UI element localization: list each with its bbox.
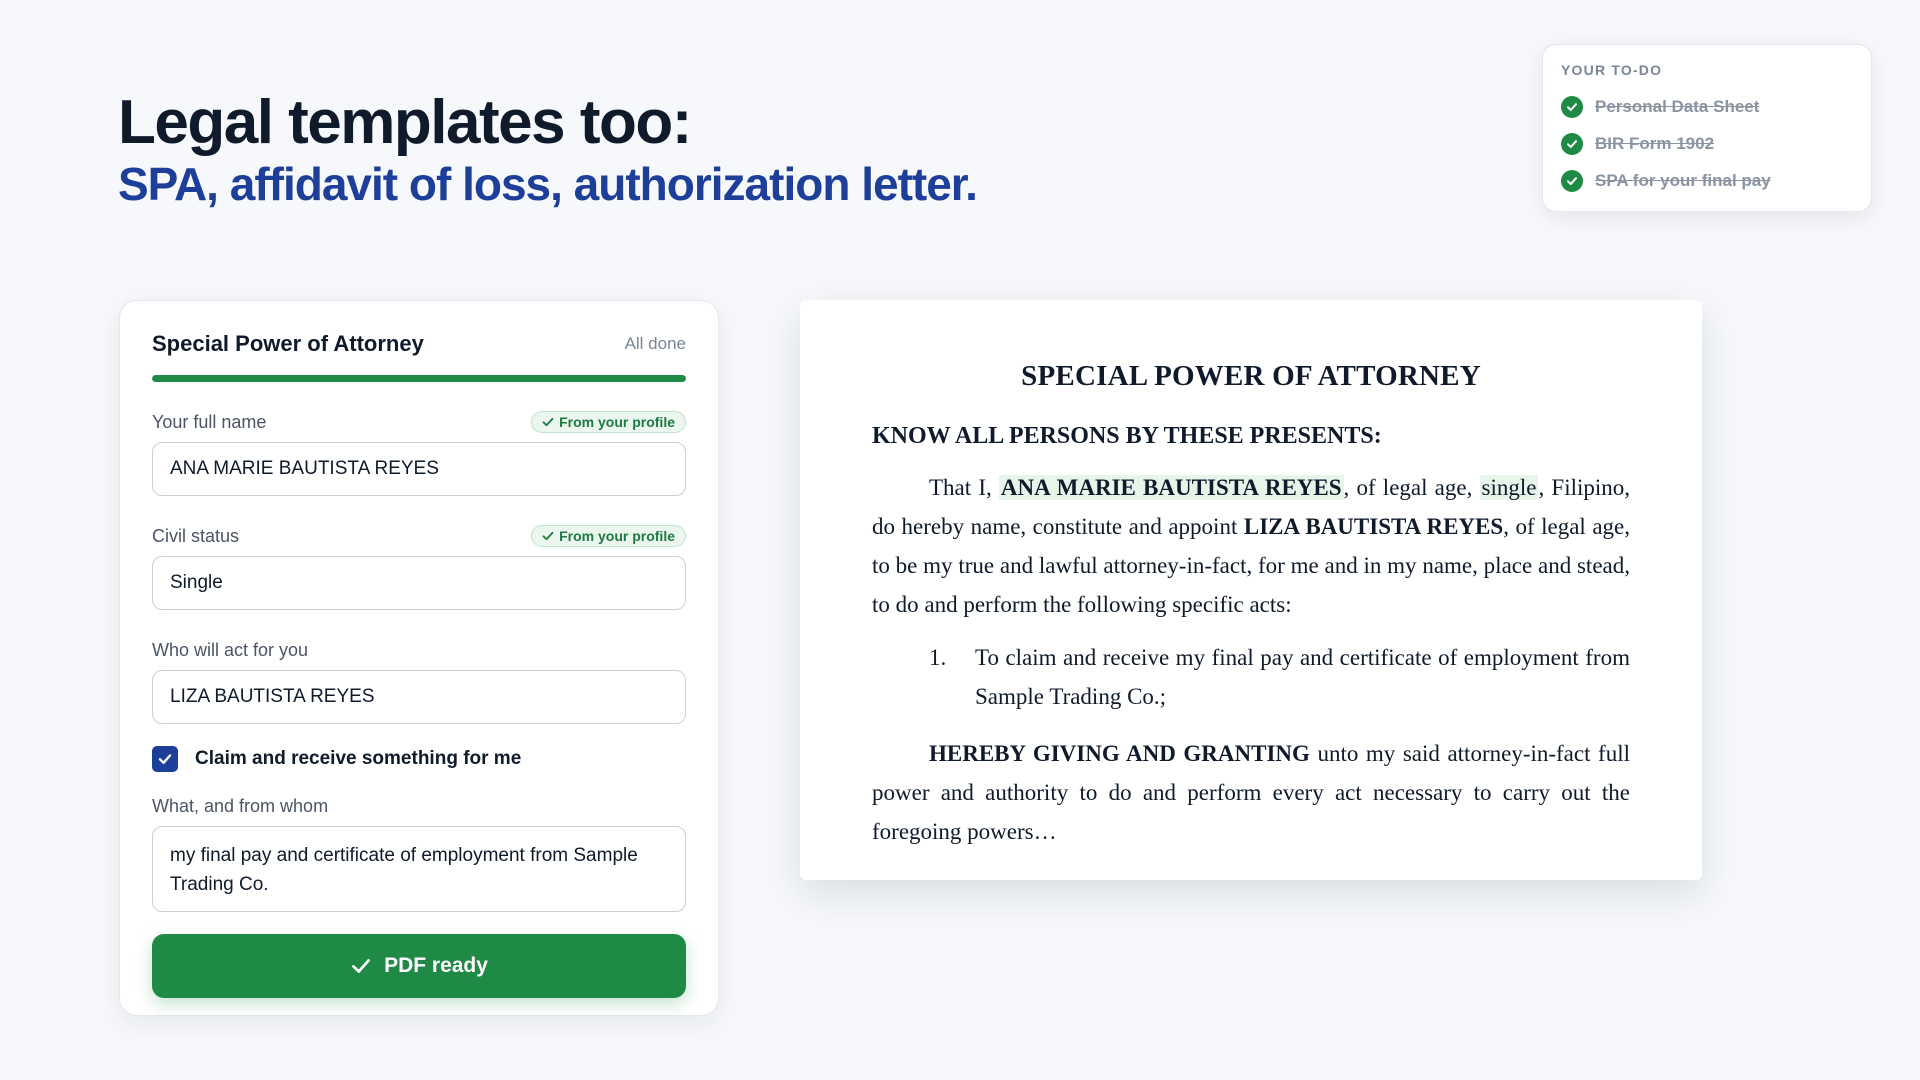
check-circle-icon — [1561, 95, 1583, 118]
document-text: , of legal age, — [1343, 475, 1480, 500]
document-text: That I, — [929, 475, 999, 500]
hero: Legal templates too: SPA, affidavit of l… — [118, 88, 978, 210]
details-label: What, and from whom — [152, 795, 329, 816]
form-title: Special Power of Attorney — [152, 331, 424, 356]
agent-input[interactable]: LIZA BAUTISTA REYES — [152, 670, 686, 724]
document-preview: SPECIAL POWER OF ATTORNEY KNOW ALL PERSO… — [800, 300, 1702, 880]
document-title: SPECIAL POWER OF ATTORNEY — [1021, 360, 1481, 392]
form-progress-fill — [152, 375, 686, 382]
spa-form-card: Special Power of Attorney All done Your … — [119, 300, 719, 1016]
form-progress-bar — [152, 375, 686, 382]
agent-name: LIZA BAUTISTA REYES — [1243, 514, 1504, 539]
document-list-number: 1. — [929, 645, 947, 670]
details-label-row: What, and from whom — [152, 794, 686, 818]
document-paragraph-2: HEREBY GIVING AND GRANTING unto my said … — [872, 734, 1630, 851]
todo-item[interactable]: Personal Data Sheet — [1561, 88, 1853, 125]
todo-item[interactable]: BIR Form 1902 — [1561, 125, 1853, 162]
todo-item-label: SPA for your final pay — [1595, 170, 1771, 190]
document-list-text: To claim and receive my final pay and ce… — [975, 645, 1630, 709]
claim-checkbox-label: Claim and receive something for me — [195, 748, 522, 769]
check-icon — [542, 531, 554, 541]
check-icon — [542, 417, 554, 427]
document-list-item: 1. To claim and receive my final pay and… — [872, 638, 1630, 716]
todo-heading: YOUR TO-DO — [1561, 62, 1663, 78]
full-name-label: Your full name — [152, 411, 267, 432]
todo-item-label: BIR Form 1902 — [1595, 133, 1715, 153]
full-name-label-row: Your full name From your profile — [152, 410, 686, 434]
civil-status-input[interactable]: Single — [152, 556, 686, 610]
check-circle-icon — [1561, 169, 1583, 192]
check-circle-icon — [1561, 132, 1583, 155]
checkbox-checked-icon[interactable] — [152, 746, 178, 772]
profile-badge-label: From your profile — [559, 528, 675, 544]
profile-badge: From your profile — [531, 525, 686, 547]
document-know-all: KNOW ALL PERSONS BY THESE PRESENTS: — [872, 423, 1382, 449]
principal-name-highlight: ANA MARIE BAUTISTA REYES — [998, 475, 1344, 500]
profile-badge-label: From your profile — [559, 414, 675, 430]
full-name-input[interactable]: ANA MARIE BAUTISTA REYES — [152, 442, 686, 496]
details-textarea[interactable]: my final pay and certificate of employme… — [152, 826, 686, 912]
todo-item[interactable]: SPA for your final pay — [1561, 162, 1853, 199]
todo-item-label: Personal Data Sheet — [1595, 96, 1760, 116]
hero-subtitle: SPA, affidavit of loss, authorization le… — [118, 158, 978, 210]
granting-clause: HEREBY GIVING AND GRANTING — [929, 741, 1310, 766]
civil-status-highlight: single — [1479, 475, 1539, 500]
agent-label-row: Who will act for you — [152, 638, 686, 662]
civil-status-label-row: Civil status From your profile — [152, 524, 686, 548]
profile-badge: From your profile — [531, 411, 686, 433]
civil-status-label: Civil status — [152, 525, 240, 546]
pdf-ready-button[interactable]: PDF ready — [152, 934, 686, 998]
document-paragraph-1: That I, ANA MARIE BAUTISTA REYES, of leg… — [872, 468, 1630, 624]
claim-checkbox-row[interactable]: Claim and receive something for me — [152, 746, 686, 772]
form-header: Special Power of Attorney All done — [152, 331, 686, 357]
check-icon — [352, 959, 370, 973]
form-status: All done — [624, 334, 686, 353]
pdf-ready-label: PDF ready — [384, 954, 488, 977]
hero-title: Legal templates too: — [118, 88, 692, 157]
agent-label: Who will act for you — [152, 639, 309, 660]
todo-card: YOUR TO-DO Personal Data Sheet BIR Form … — [1542, 44, 1872, 212]
